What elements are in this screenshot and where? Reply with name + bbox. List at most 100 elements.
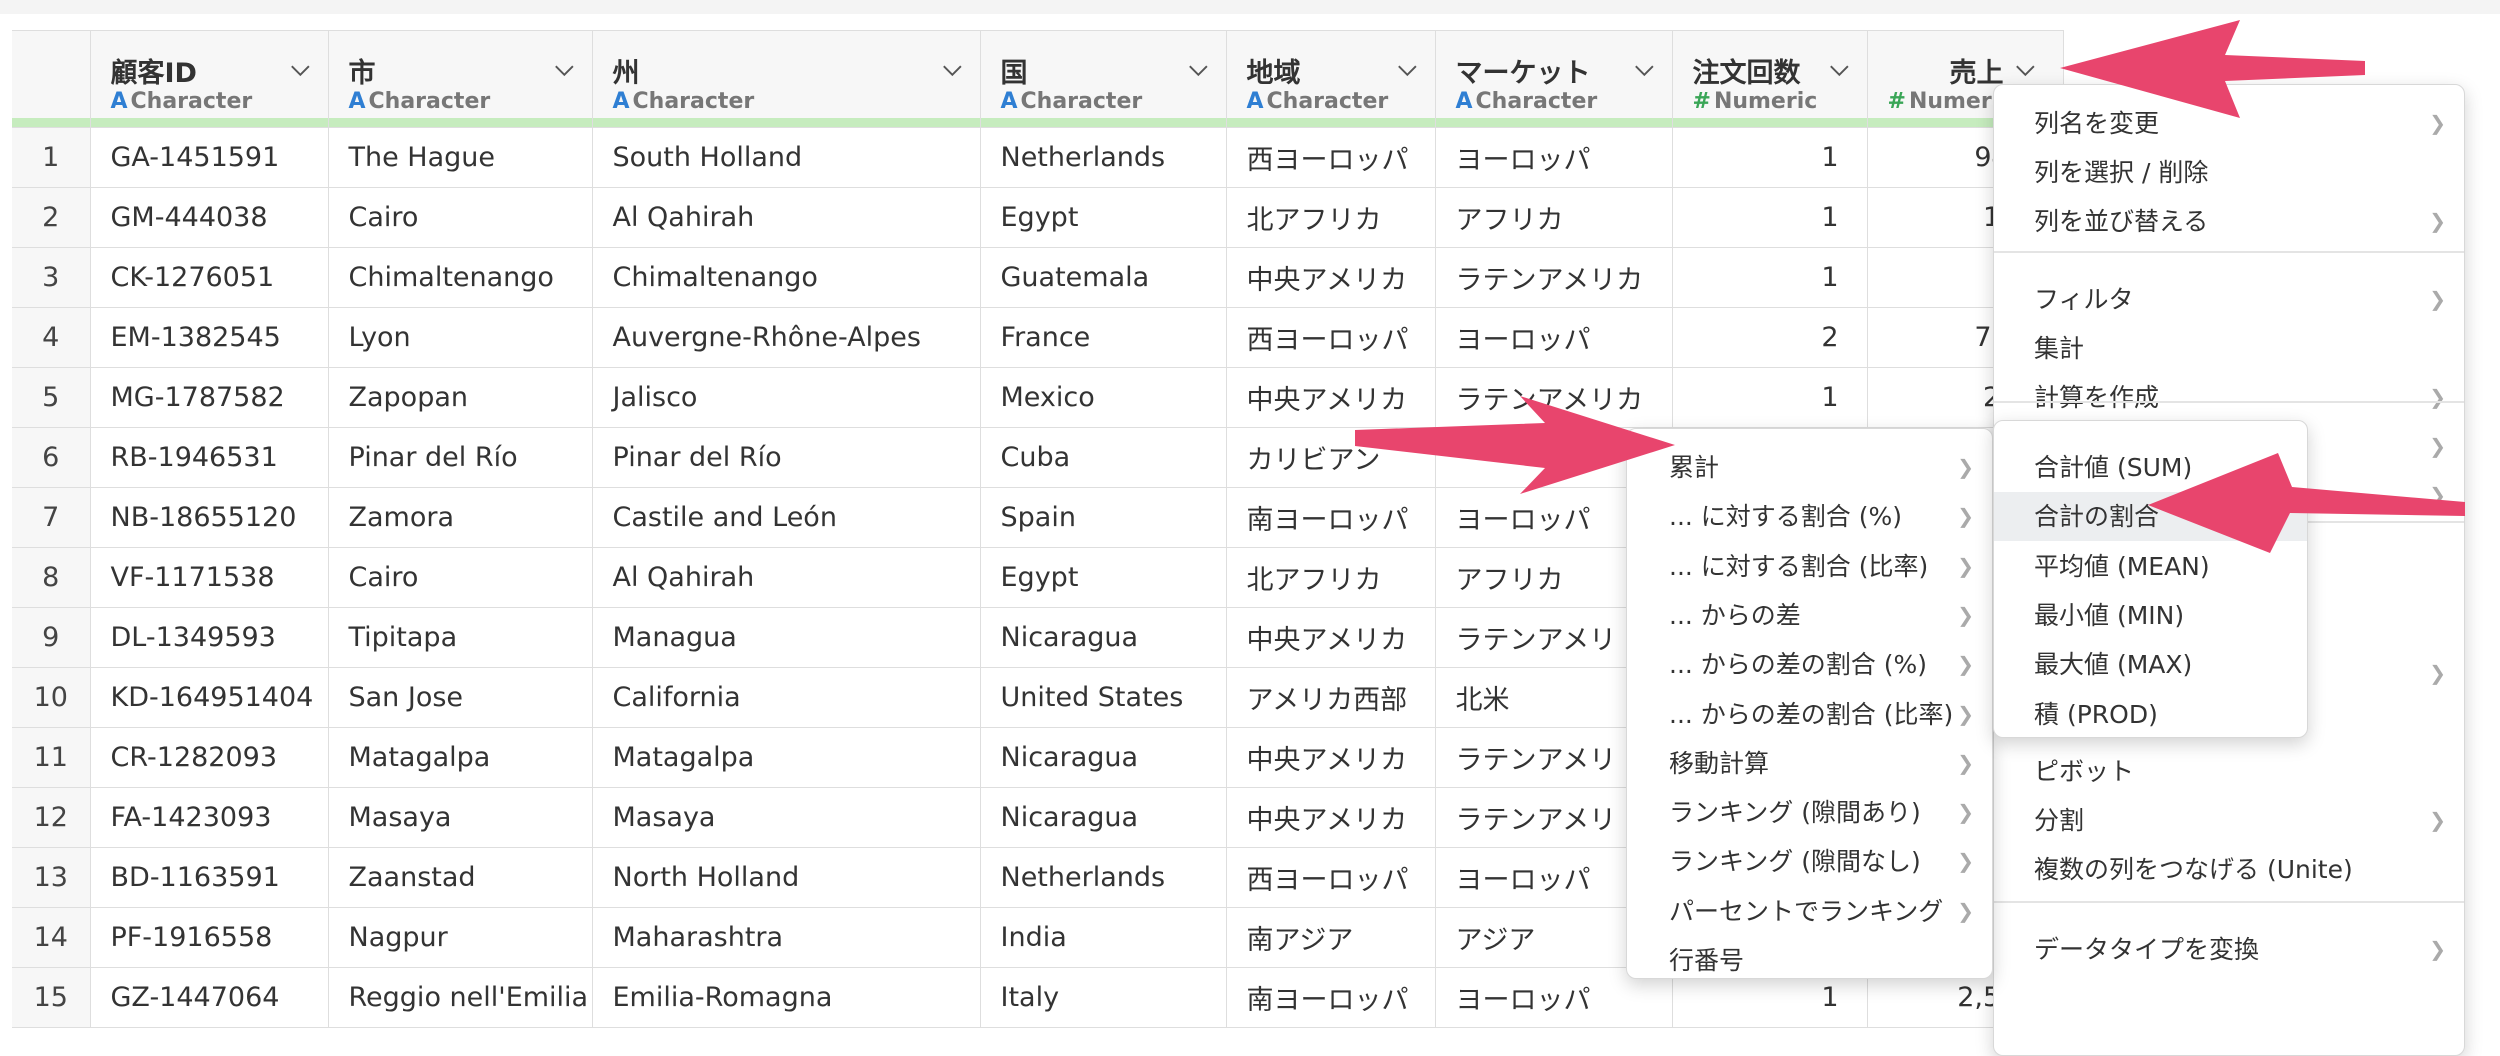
cell-city[interactable]: Cairo <box>328 547 593 608</box>
cell-city[interactable]: Masaya <box>328 787 593 848</box>
chevron-down-icon[interactable]: ⌵ <box>1189 53 1207 81</box>
cell-state[interactable]: Emilia-Romagna <box>592 967 981 1028</box>
cell-city[interactable]: Zamora <box>328 487 593 548</box>
cell-state[interactable]: Maharashtra <box>592 907 981 968</box>
cell-orders[interactable]: 2 <box>1672 307 1868 368</box>
cell-city[interactable]: Zapopan <box>328 367 593 428</box>
calculation-menu-item[interactable]: 行番号 <box>1627 936 1992 985</box>
cell-city[interactable]: Cairo <box>328 187 593 248</box>
cell-state[interactable]: Matagalpa <box>592 727 981 788</box>
cell-region[interactable]: 西ヨーロッパ <box>1226 847 1436 908</box>
cell-id[interactable]: GM-444038 <box>90 187 329 248</box>
cell-region[interactable]: 西ヨーロッパ <box>1226 307 1436 368</box>
cell-country[interactable]: France <box>980 307 1227 368</box>
cell-state[interactable]: Castile and León <box>592 487 981 548</box>
column-menu-item[interactable]: フィルタ ❯ <box>1994 275 2464 324</box>
cell-state[interactable]: Jalisco <box>592 367 981 428</box>
cell-country[interactable]: Cuba <box>980 427 1227 488</box>
cell-id[interactable]: CR-1282093 <box>90 727 329 788</box>
cell-country[interactable]: Netherlands <box>980 847 1227 908</box>
chevron-down-icon[interactable]: ⌵ <box>555 53 573 81</box>
cell-country[interactable]: Nicaragua <box>980 727 1227 788</box>
cell-id[interactable]: GA-1451591 <box>90 127 329 188</box>
cell-country[interactable]: Italy <box>980 967 1227 1028</box>
cell-orders[interactable]: 1 <box>1672 187 1868 248</box>
cell-state[interactable]: South Holland <box>592 127 981 188</box>
cell-country[interactable]: Mexico <box>980 367 1227 428</box>
chevron-down-icon[interactable]: ⌵ <box>2016 53 2034 81</box>
cell-region[interactable]: 西ヨーロッパ <box>1226 127 1436 188</box>
cell-id[interactable]: FA-1423093 <box>90 787 329 848</box>
column-menu-item[interactable]: 計算を作成 ❯ <box>1994 373 2464 422</box>
calculation-menu-item[interactable]: ... からの差 ❯ <box>1627 591 1992 640</box>
cell-id[interactable]: BD-1163591 <box>90 847 329 908</box>
cell-state[interactable]: Al Qahirah <box>592 547 981 608</box>
cell-country[interactable]: United States <box>980 667 1227 728</box>
column-menu-item[interactable]: ピボット <box>1994 747 2464 796</box>
cell-orders[interactable]: 1 <box>1672 127 1868 188</box>
cell-region[interactable]: 北アフリカ <box>1226 187 1436 248</box>
column-menu-item[interactable]: 分割 ❯ <box>1994 796 2464 845</box>
column-header-orders[interactable]: 注文回数 # Numeric ⌵ <box>1672 30 1868 128</box>
cell-state[interactable]: Managua <box>592 607 981 668</box>
column-menu-item[interactable]: データタイプを変換 ❯ <box>1994 925 2464 974</box>
cell-state[interactable]: Al Qahirah <box>592 187 981 248</box>
calculation-menu-item[interactable]: 累計 ❯ <box>1627 443 1992 492</box>
column-header-state[interactable]: 州 A Character ⌵ <box>592 30 981 128</box>
chevron-down-icon[interactable]: ⌵ <box>1398 53 1416 81</box>
column-header-region[interactable]: 地域 A Character ⌵ <box>1226 30 1436 128</box>
cell-region[interactable]: 中央アメリカ <box>1226 607 1436 668</box>
cell-id[interactable]: CK-1276051 <box>90 247 329 308</box>
cell-orders[interactable]: 1 <box>1672 367 1868 428</box>
column-menu-item[interactable]: 列を選択 / 削除 <box>1994 148 2464 197</box>
cell-country[interactable]: Nicaragua <box>980 787 1227 848</box>
column-header-city[interactable]: 市 A Character ⌵ <box>328 30 593 128</box>
calculation-menu-item[interactable]: ... からの差の割合 (比率) ❯ <box>1627 690 1992 739</box>
cell-id[interactable]: PF-1916558 <box>90 907 329 968</box>
cell-state[interactable]: Masaya <box>592 787 981 848</box>
column-menu-item[interactable]: 列を並び替える ❯ <box>1994 197 2464 246</box>
cell-region[interactable]: 中央アメリカ <box>1226 787 1436 848</box>
cell-city[interactable]: The Hague <box>328 127 593 188</box>
cell-country[interactable]: India <box>980 907 1227 968</box>
chevron-down-icon[interactable]: ⌵ <box>1635 53 1653 81</box>
cell-id[interactable]: VF-1171538 <box>90 547 329 608</box>
cell-country[interactable]: Spain <box>980 487 1227 548</box>
cell-city[interactable]: Nagpur <box>328 907 593 968</box>
cell-city[interactable]: Reggio nell'Emilia <box>328 967 593 1028</box>
cell-market[interactable]: ヨーロッパ <box>1435 307 1673 368</box>
column-header-customer-id[interactable]: 顧客ID A Character ⌵ <box>90 30 329 128</box>
cell-country[interactable]: Egypt <box>980 187 1227 248</box>
chevron-down-icon[interactable]: ⌵ <box>291 53 309 81</box>
cell-city[interactable]: Matagalpa <box>328 727 593 788</box>
column-menu-item[interactable]: 複数の列をつなげる (Unite) <box>1994 845 2464 894</box>
aggregation-menu-item[interactable]: 最大値 (MAX) <box>1994 640 2307 689</box>
cell-state[interactable]: Auvergne-Rhône-Alpes <box>592 307 981 368</box>
cell-market[interactable]: ラテンアメリカ <box>1435 247 1673 308</box>
cell-city[interactable]: Zaanstad <box>328 847 593 908</box>
cell-id[interactable]: KD-164951404 <box>90 667 329 728</box>
aggregation-menu-item[interactable]: 積 (PROD) <box>1994 690 2307 739</box>
cell-state[interactable]: Pinar del Río <box>592 427 981 488</box>
cell-city[interactable]: Lyon <box>328 307 593 368</box>
calculation-menu-item[interactable]: ... に対する割合 (%) ❯ <box>1627 492 1992 541</box>
column-header-country[interactable]: 国 A Character ⌵ <box>980 30 1227 128</box>
cell-city[interactable]: Tipitapa <box>328 607 593 668</box>
cell-region[interactable]: 南アジア <box>1226 907 1436 968</box>
calculation-menu-item[interactable]: ... に対する割合 (比率) ❯ <box>1627 542 1992 591</box>
cell-state[interactable]: North Holland <box>592 847 981 908</box>
cell-region[interactable]: 中央アメリカ <box>1226 727 1436 788</box>
cell-orders[interactable]: 1 <box>1672 247 1868 308</box>
calculation-menu-item[interactable]: パーセントでランキング ❯ <box>1627 887 1992 936</box>
column-menu-item[interactable]: 集計 <box>1994 324 2464 373</box>
chevron-down-icon[interactable]: ⌵ <box>943 53 961 81</box>
cell-region[interactable]: 北アフリカ <box>1226 547 1436 608</box>
cell-id[interactable]: GZ-1447064 <box>90 967 329 1028</box>
cell-region[interactable]: 中央アメリカ <box>1226 247 1436 308</box>
aggregation-menu-item[interactable]: 最小値 (MIN) <box>1994 591 2307 640</box>
cell-state[interactable]: Chimaltenango <box>592 247 981 308</box>
cell-id[interactable]: MG-1787582 <box>90 367 329 428</box>
cell-country[interactable]: Nicaragua <box>980 607 1227 668</box>
cell-region[interactable]: 南ヨーロッパ <box>1226 967 1436 1028</box>
cell-id[interactable]: EM-1382545 <box>90 307 329 368</box>
